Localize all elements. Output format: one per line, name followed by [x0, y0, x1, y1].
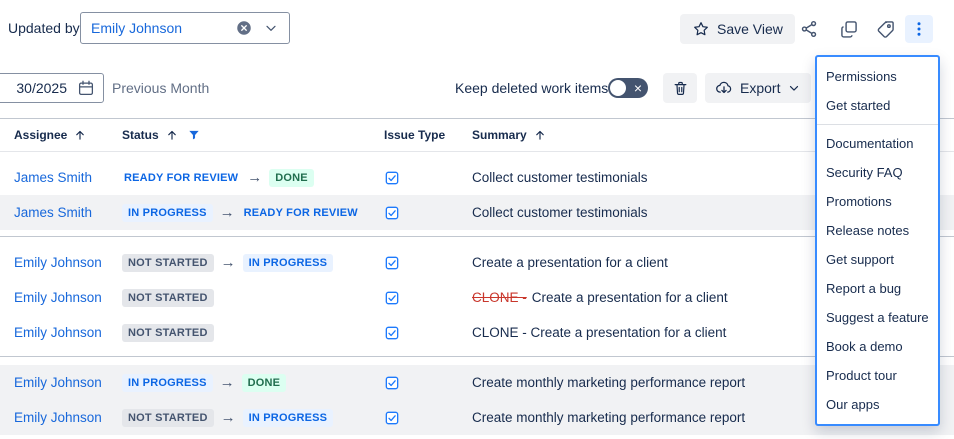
row-group: James Smith READY FOR REVIEW → DONE Coll…: [0, 152, 954, 237]
date-value: 30/2025: [16, 80, 67, 96]
tag-icon: [876, 19, 896, 39]
status-to-badge: IN PROGRESS: [243, 254, 334, 272]
keep-deleted-label: Keep deleted work items: [455, 80, 608, 96]
status-arrow-icon: →: [220, 374, 235, 391]
sort-asc-icon[interactable]: [73, 128, 87, 142]
share-icon: [799, 19, 819, 39]
copy-icon: [839, 19, 859, 39]
status-arrow-icon: →: [220, 204, 235, 221]
menu-item-promotions[interactable]: Promotions: [817, 187, 938, 216]
status-arrow-icon: →: [247, 169, 262, 186]
task-checkbox-icon: [384, 255, 400, 271]
status-to-badge: IN PROGRESS: [243, 409, 334, 427]
save-view-button[interactable]: Save View: [680, 14, 795, 44]
assignee-link[interactable]: Emily Johnson: [14, 290, 102, 305]
sort-asc-icon[interactable]: [533, 128, 547, 142]
assignee-link[interactable]: James Smith: [14, 170, 92, 185]
work-item-history-page: Updated by: Emily Johnson Save View: [0, 0, 954, 439]
table-row[interactable]: James Smith IN PROGRESS → READY FOR REVI…: [0, 195, 954, 230]
previous-month-link[interactable]: Previous Month: [112, 80, 209, 96]
download-icon: [715, 79, 733, 97]
menu-divider: [817, 124, 938, 125]
export-button[interactable]: Export: [705, 73, 811, 103]
updated-by-label: Updated by:: [8, 20, 84, 36]
task-checkbox-icon: [384, 205, 400, 221]
menu-item-release-notes[interactable]: Release notes: [817, 216, 938, 245]
task-checkbox-icon: [384, 375, 400, 391]
menu-item-documentation[interactable]: Documentation: [817, 129, 938, 158]
sort-asc-icon[interactable]: [165, 128, 179, 142]
assignee-link[interactable]: James Smith: [14, 205, 92, 220]
table-header-row: Assignee Status Issue Type Summary: [0, 118, 954, 152]
copy-button[interactable]: [835, 15, 863, 43]
status-from-badge: NOT STARTED: [122, 254, 214, 272]
menu-item-suggest-a-feature[interactable]: Suggest a feature: [817, 303, 938, 332]
menu-item-security-faq[interactable]: Security FAQ: [817, 158, 938, 187]
status-arrow-icon: →: [221, 409, 236, 426]
menu-item-permissions[interactable]: Permissions: [817, 62, 938, 91]
task-checkbox-icon: [384, 170, 400, 186]
star-icon: [692, 20, 710, 38]
status-to-badge: DONE: [269, 169, 314, 187]
issue-type-column-header[interactable]: Issue Type: [384, 128, 445, 142]
assignee-link[interactable]: Emily Johnson: [14, 375, 102, 390]
filter-icon[interactable]: [187, 128, 201, 142]
assignee-column-header[interactable]: Assignee: [14, 128, 67, 142]
summary-strike-text: CLONE -: [472, 290, 527, 305]
trash-icon: [672, 80, 689, 97]
share-button[interactable]: [795, 15, 823, 43]
updated-by-select[interactable]: Emily Johnson: [80, 12, 290, 44]
history-table: Assignee Status Issue Type Summary: [0, 118, 954, 439]
table-row[interactable]: Emily Johnson IN PROGRESS → DONE Create …: [0, 365, 954, 400]
assignee-link[interactable]: Emily Johnson: [14, 410, 102, 425]
menu-item-product-tour[interactable]: Product tour: [817, 361, 938, 390]
status-column-header[interactable]: Status: [122, 128, 159, 142]
table-row[interactable]: Emily Johnson NOT STARTED → IN PROGRESS …: [0, 400, 954, 435]
table-row[interactable]: Emily Johnson NOT STARTED CLONE - Create…: [0, 315, 954, 350]
menu-item-report-a-bug[interactable]: Report a bug: [817, 274, 938, 303]
chevron-down-icon: [787, 81, 801, 95]
clear-icon[interactable]: [235, 19, 253, 37]
kebab-menu-icon: [910, 20, 928, 38]
delete-button[interactable]: [663, 73, 697, 103]
status-from-badge: IN PROGRESS: [122, 204, 213, 222]
menu-item-get-started[interactable]: Get started: [817, 91, 938, 120]
status-arrow-icon: →: [221, 254, 236, 271]
updated-by-value: Emily Johnson: [91, 20, 225, 36]
toggle-knob: [610, 80, 626, 96]
menu-item-book-a-demo[interactable]: Book a demo: [817, 332, 938, 361]
date-input[interactable]: 30/2025: [0, 73, 104, 103]
summary-text: Create a presentation for a client: [532, 290, 728, 305]
status-to-badge: DONE: [242, 374, 287, 392]
tag-button[interactable]: [872, 15, 900, 43]
table-row[interactable]: Emily Johnson NOT STARTED → IN PROGRESS …: [0, 245, 954, 280]
row-group: Emily Johnson IN PROGRESS → DONE Create …: [0, 357, 954, 439]
status-from-badge: IN PROGRESS: [122, 374, 213, 392]
table-row[interactable]: Emily Johnson NOT STARTED CLONE - Create…: [0, 280, 954, 315]
keep-deleted-toggle[interactable]: ×: [608, 78, 648, 98]
more-actions-button[interactable]: [905, 15, 933, 43]
summary-column-header[interactable]: Summary: [472, 128, 527, 142]
assignee-link[interactable]: Emily Johnson: [14, 325, 102, 340]
export-label: Export: [740, 80, 780, 96]
calendar-icon[interactable]: [77, 79, 95, 97]
more-actions-menu: Permissions Get started Documentation Se…: [815, 55, 940, 426]
status-from-badge: READY FOR REVIEW: [122, 169, 240, 187]
task-checkbox-icon: [384, 325, 400, 341]
menu-item-our-apps[interactable]: Our apps: [817, 390, 938, 419]
status-from-badge: NOT STARTED: [122, 289, 214, 307]
chevron-down-icon[interactable]: [263, 20, 279, 36]
task-checkbox-icon: [384, 410, 400, 426]
save-view-label: Save View: [717, 21, 783, 37]
task-checkbox-icon: [384, 290, 400, 306]
assignee-link[interactable]: Emily Johnson: [14, 255, 102, 270]
row-group: Emily Johnson NOT STARTED → IN PROGRESS …: [0, 237, 954, 357]
menu-item-get-support[interactable]: Get support: [817, 245, 938, 274]
toggle-off-icon: ×: [634, 78, 642, 98]
status-from-badge: NOT STARTED: [122, 409, 214, 427]
status-from-badge: NOT STARTED: [122, 324, 214, 342]
status-to-badge: READY FOR REVIEW: [242, 204, 360, 222]
table-row[interactable]: James Smith READY FOR REVIEW → DONE Coll…: [0, 160, 954, 195]
